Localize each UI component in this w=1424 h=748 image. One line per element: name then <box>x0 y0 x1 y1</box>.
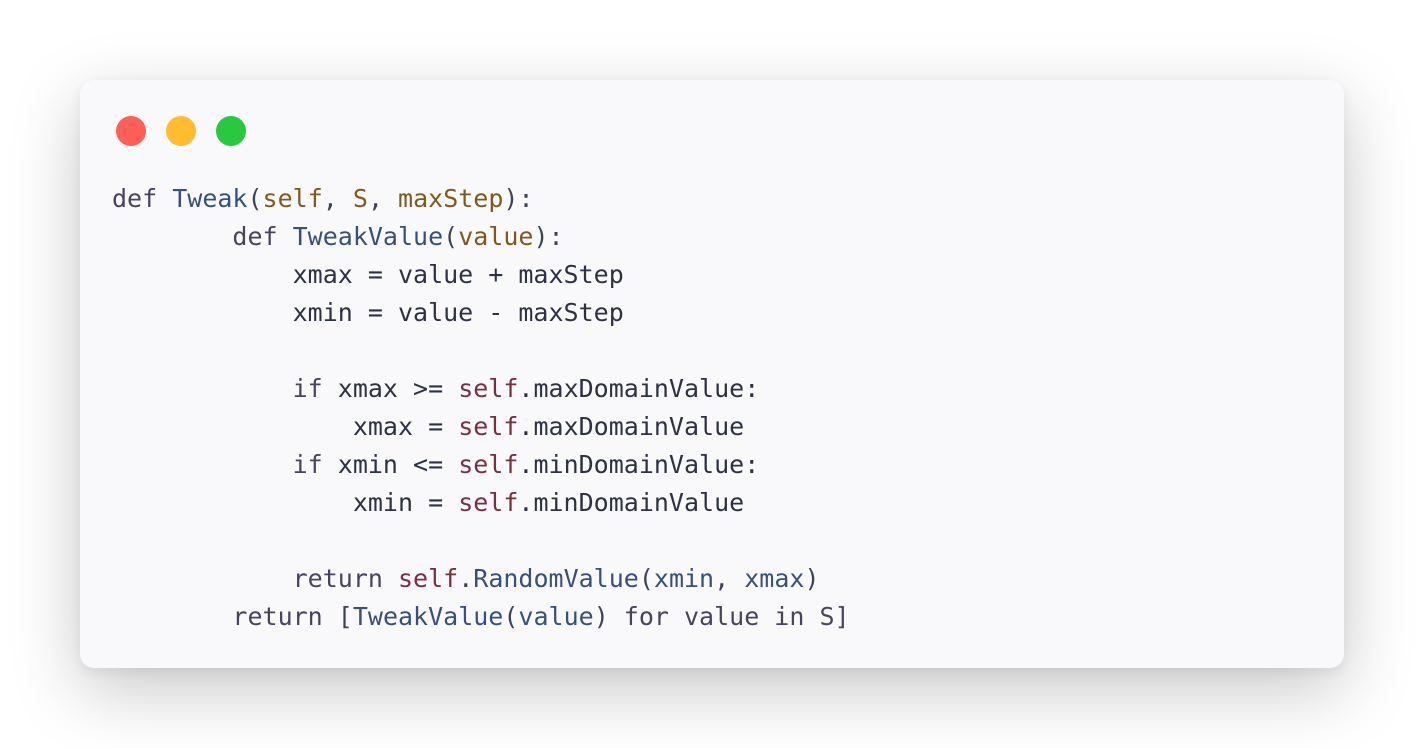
minimize-button[interactable] <box>166 116 196 146</box>
close-button[interactable] <box>116 116 146 146</box>
code-token-punct: . <box>458 564 474 593</box>
code-token-plain: xmin = <box>112 488 459 517</box>
code-window: def Tweak(self, S, maxStep): def TweakVa… <box>80 80 1344 668</box>
code-token-func: RandomValue <box>473 564 639 593</box>
code-token-punct: , <box>714 564 745 593</box>
code-token-param: value <box>458 222 534 251</box>
code-token-plain: xmax = value + maxStep <box>112 260 624 289</box>
code-token-punct: ) <box>804 564 820 593</box>
code-token-self: self <box>458 412 519 441</box>
code-token-func: xmin <box>653 564 715 593</box>
code-token-punct: ( <box>247 184 263 213</box>
code-token-self: self <box>458 488 519 517</box>
code-token-func: xmax <box>744 564 805 593</box>
code-token-param: S <box>352 184 368 213</box>
code-line: return self.RandomValue(xmin, xmax) <box>112 560 850 598</box>
window-controls <box>116 116 246 146</box>
code-token-punct: , <box>322 184 353 213</box>
code-token-self: self <box>397 564 459 593</box>
code-token-keyword: return <box>112 564 398 593</box>
code-token-plain: .maxDomainValue <box>518 412 745 441</box>
code-line: if xmax >= self.maxDomainValue: <box>112 370 850 408</box>
code-token-keyword: def <box>112 184 173 213</box>
code-token-self: self <box>458 374 519 403</box>
code-token-func: TweakValue <box>292 222 444 251</box>
code-token-punct: , <box>367 184 399 213</box>
code-token-plain: .maxDomainValue: <box>518 374 760 403</box>
code-line: return [TweakValue(value) for value in S… <box>112 598 850 636</box>
code-line: if xmin <= self.minDomainValue: <box>112 446 850 484</box>
code-token-plain: xmin <= <box>337 450 459 479</box>
code-token-self: self <box>458 450 519 479</box>
code-token-param: self <box>262 184 323 213</box>
code-line: xmin = self.minDomainValue <box>112 484 850 522</box>
code-token-keyword: for value in S] <box>623 602 850 631</box>
code-token-keyword: if <box>112 450 338 479</box>
code-line: xmax = self.maxDomainValue <box>112 408 850 446</box>
code-token-punct: ): <box>533 222 564 251</box>
code-line: def Tweak(self, S, maxStep): <box>112 180 850 218</box>
code-line: def TweakValue(value): <box>112 218 850 256</box>
code-token-keyword: if <box>112 374 338 403</box>
code-token-punct: ( <box>443 222 459 251</box>
code-token-func: Tweak <box>172 184 248 213</box>
code-token-plain: xmax >= <box>337 374 459 403</box>
code-token-punct: [ <box>337 602 353 631</box>
code-token-plain: xmax = <box>112 412 459 441</box>
code-token-func: value <box>518 602 594 631</box>
code-line: xmax = value + maxStep <box>112 256 850 294</box>
maximize-button[interactable] <box>216 116 246 146</box>
code-token-punct: ( <box>638 564 654 593</box>
code-token-punct: ): <box>503 184 534 213</box>
code-block: def Tweak(self, S, maxStep): def TweakVa… <box>112 180 850 636</box>
code-token-plain: .minDomainValue: <box>518 450 760 479</box>
code-token-keyword: return <box>112 602 338 631</box>
code-token-param: maxStep <box>398 184 504 213</box>
code-token-func: TweakValue <box>352 602 504 631</box>
code-token-plain: .minDomainValue <box>518 488 745 517</box>
code-token-plain: xmin = value - maxStep <box>112 298 624 327</box>
code-token-keyword: def <box>112 222 293 251</box>
code-token-punct: ( <box>503 602 519 631</box>
code-line: xmin = value - maxStep <box>112 294 850 332</box>
code-token-punct: ) <box>593 602 624 631</box>
